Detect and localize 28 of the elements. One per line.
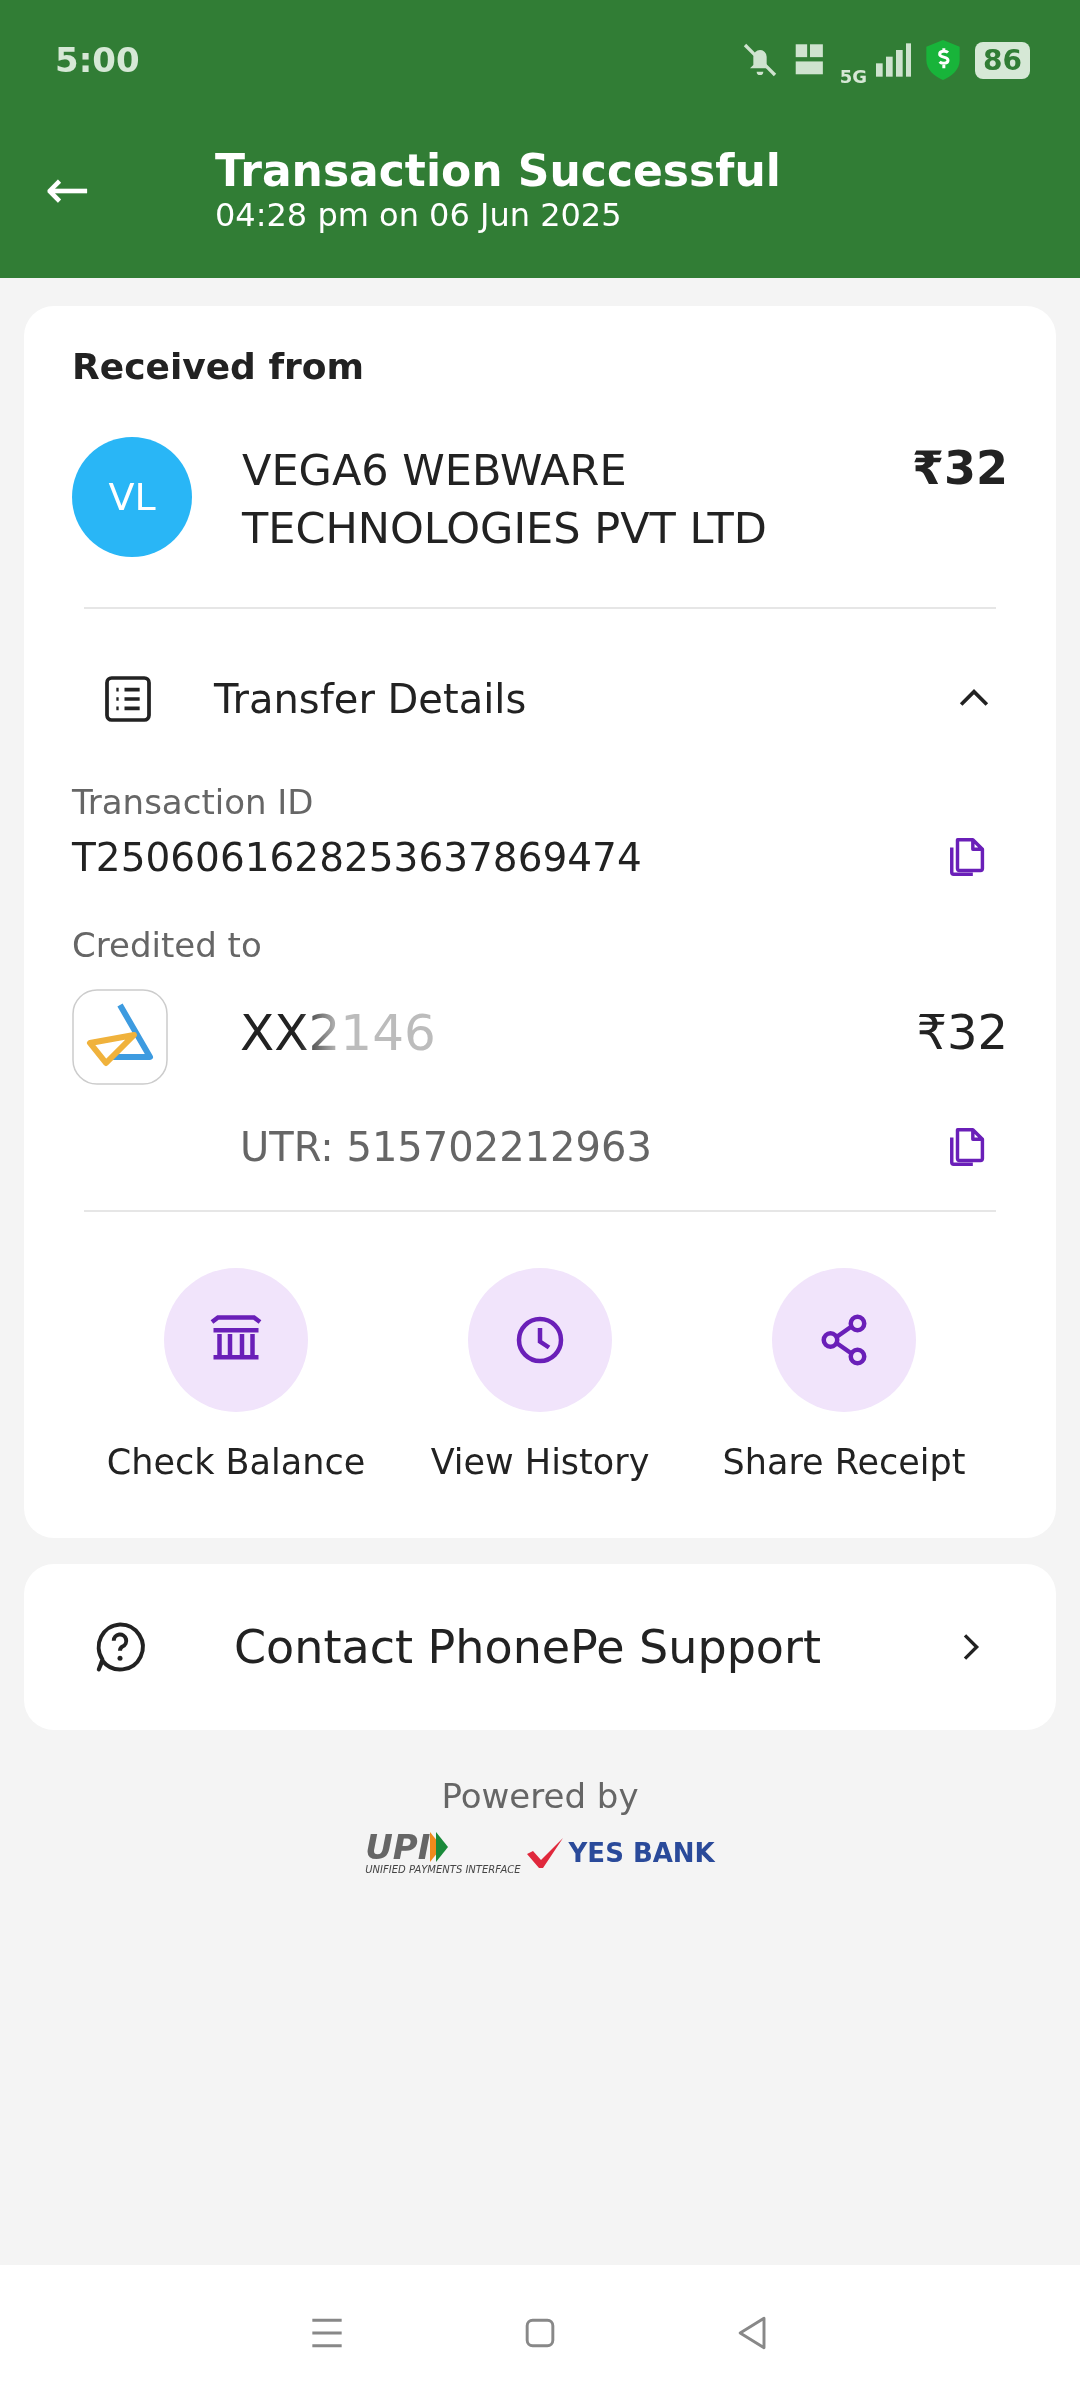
field-label: Credited to — [72, 925, 263, 965]
network-label: 5G — [839, 65, 868, 87]
avatar: VL — [72, 437, 192, 557]
transaction-id: T2506061628253637869474 — [72, 834, 642, 880]
arrow-mark-icon — [430, 1832, 449, 1862]
upi-logo-text: UPI — [365, 1830, 431, 1864]
powered-by-text: Powered by — [441, 1776, 639, 1816]
section-heading: Received from — [71, 345, 366, 387]
page-title: Transaction Successful — [215, 144, 781, 196]
section-title: Transfer Details — [214, 676, 528, 722]
bank-logo-text: YES BANK — [568, 1837, 715, 1868]
transfer-details-toggle[interactable]: Transfer Details — [24, 609, 1056, 727]
clock-time: 5:00 — [55, 40, 140, 80]
credited-amount: ₹32 — [916, 1004, 1008, 1062]
transaction-time: 04:28 pm on 06 Jun 2025 — [215, 195, 623, 234]
action-label: Check Balance — [106, 1442, 366, 1482]
support-button[interactable]: Contact PhonePe Support — [24, 1564, 1056, 1730]
action-label: View History — [430, 1442, 650, 1482]
bank-logo-icon — [72, 989, 168, 1085]
battery-level: 86 — [975, 41, 1030, 79]
field-label: Transaction ID — [72, 782, 315, 822]
sender-name: VEGA6 WEBWARE TECHNOLOGIES PVT LTD — [242, 444, 768, 555]
action-label: Share Receipt — [722, 1442, 966, 1482]
utr-number: UTR: 515702212963 — [240, 1124, 652, 1170]
back-button[interactable]: ← — [45, 157, 145, 221]
amount: ₹32 — [911, 441, 1008, 495]
upi-tagline: UNIFIED PAYMENTS INTERFACE — [365, 1864, 521, 1875]
account-number: XX2146 — [240, 1004, 436, 1062]
